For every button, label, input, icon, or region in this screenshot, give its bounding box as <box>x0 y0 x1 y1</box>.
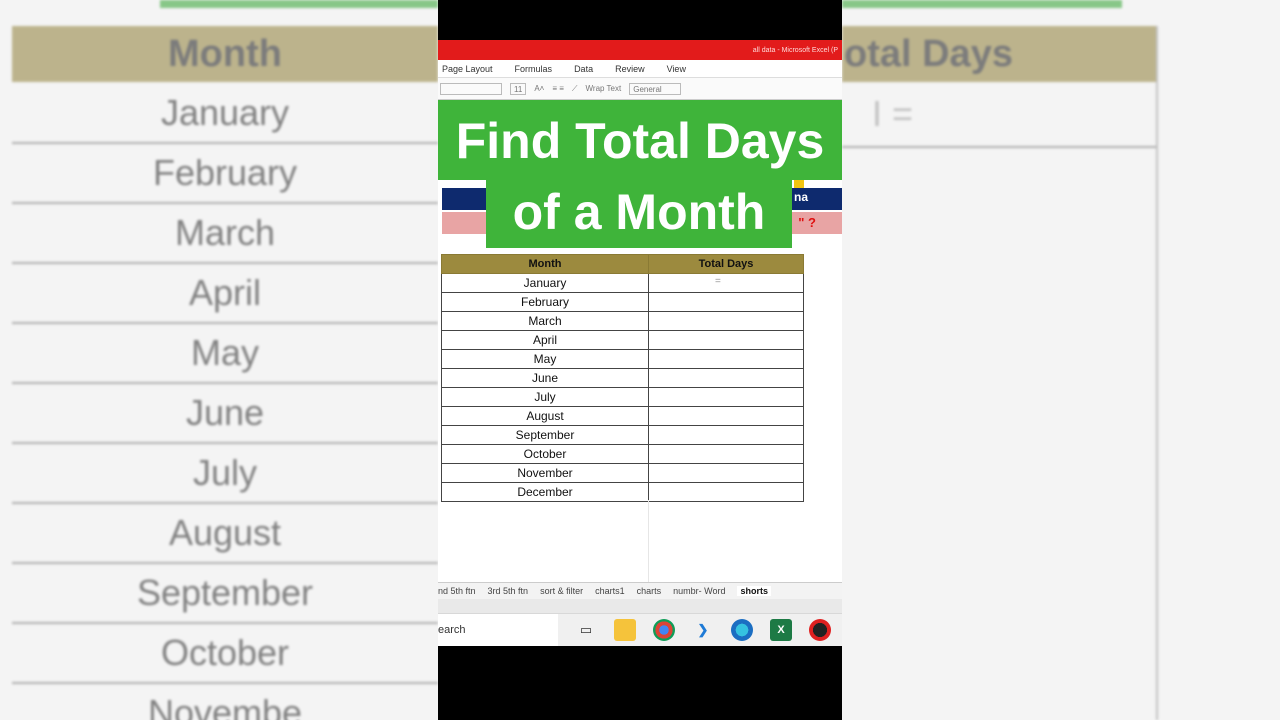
table-row: April <box>441 330 804 350</box>
sheet-tab[interactable]: charts1 <box>595 586 625 596</box>
month-cell[interactable]: July <box>441 387 649 407</box>
table-row: August <box>441 406 804 426</box>
table-row: June <box>441 368 804 388</box>
month-cell[interactable]: January <box>441 273 649 293</box>
bg-total-days-header: otal Days <box>842 26 1158 82</box>
total-days-cell[interactable] <box>648 406 804 426</box>
background-right-zoom: otal Days I = <box>842 0 1280 720</box>
table-row: September <box>441 425 804 445</box>
bg-month-row: February <box>12 144 438 204</box>
window-title: all data - Microsoft Excel (P <box>752 46 838 54</box>
task-view-icon[interactable]: ▭ <box>575 619 597 641</box>
sheet-tab[interactable]: charts <box>637 586 662 596</box>
table-row: November <box>441 463 804 483</box>
bg-month-row: March <box>12 204 438 264</box>
total-days-cell[interactable] <box>648 425 804 445</box>
month-cell[interactable]: February <box>441 292 649 312</box>
font-size-select[interactable]: 11 <box>510 82 527 95</box>
sheet-tab[interactable]: 3rd 5th ftn <box>488 586 529 596</box>
tab-page-layout[interactable]: Page Layout <box>442 64 493 74</box>
table-row: July <box>441 387 804 407</box>
tab-data[interactable]: Data <box>574 64 593 74</box>
tab-formulas[interactable]: Formulas <box>515 64 553 74</box>
total-days-cell[interactable] <box>648 463 804 483</box>
total-days-cell[interactable] <box>648 311 804 331</box>
background-left-zoom: Month January February March April May June Ju… <box>0 0 438 720</box>
ribbon-tabs: Page Layout Formulas Data Review View <box>438 60 842 78</box>
bg-month-row: July <box>12 444 438 504</box>
month-cell[interactable]: March <box>441 311 649 331</box>
sheet-tabs: nd 5th ftn 3rd 5th ftn sort & filter cha… <box>438 582 842 599</box>
month-cell[interactable]: April <box>441 330 649 350</box>
align-icon[interactable]: ≡ ≡ <box>552 84 564 93</box>
taskbar-search[interactable]: earch <box>438 613 558 646</box>
total-days-active-cell[interactable]: = <box>648 273 804 293</box>
vscode-icon[interactable]: ❯ <box>692 619 714 641</box>
total-days-cell[interactable] <box>648 292 804 312</box>
title-bar: all data - Microsoft Excel (P <box>438 40 842 60</box>
month-header[interactable]: Month <box>441 254 649 274</box>
total-days-cell[interactable] <box>648 444 804 464</box>
total-days-cell[interactable] <box>648 482 804 502</box>
bg-month-row: June <box>12 384 438 444</box>
month-cell[interactable]: December <box>441 482 649 502</box>
font-grow-icon[interactable]: A˄ <box>534 84 544 93</box>
wrap-text-button[interactable]: Wrap Text <box>586 84 622 93</box>
table-row: January = <box>441 273 804 293</box>
edge-icon[interactable] <box>731 619 753 641</box>
total-days-cell[interactable] <box>648 387 804 407</box>
sheet-tab[interactable]: numbr- Word <box>673 586 725 596</box>
bg-month-row: October <box>12 624 438 684</box>
bg-month-row: April <box>12 264 438 324</box>
empty-grid <box>438 500 842 585</box>
bg-active-cell: I = <box>872 93 914 134</box>
bg-month-row: January <box>12 84 438 144</box>
total-days-cell[interactable] <box>648 349 804 369</box>
bg-month-row: Novembe <box>12 684 438 720</box>
total-days-cell[interactable] <box>648 330 804 350</box>
total-days-cell[interactable] <box>648 368 804 388</box>
cell-formula-text: = <box>715 276 721 287</box>
total-days-header[interactable]: Total Days <box>648 254 804 274</box>
taskbar: earch ▭ ❯ X <box>438 613 842 646</box>
sheet-tab-active[interactable]: shorts <box>737 586 771 596</box>
bg-month-row: September <box>12 564 438 624</box>
table-row: December <box>441 482 804 502</box>
bg-month-row: August <box>12 504 438 564</box>
status-bar <box>438 599 842 613</box>
month-cell[interactable]: September <box>441 425 649 445</box>
orientation-icon[interactable]: ⟋ <box>572 84 578 94</box>
ribbon-toolbar: 11 A˄ ≡ ≡ ⟋ Wrap Text General <box>438 78 842 100</box>
recorder-icon[interactable] <box>809 619 831 641</box>
phone-frame: all data - Microsoft Excel (P Page Layou… <box>438 0 842 720</box>
table-row: May <box>441 349 804 369</box>
sheet-tab[interactable]: nd 5th ftn <box>438 586 476 596</box>
table-row: October <box>441 444 804 464</box>
month-cell[interactable]: August <box>441 406 649 426</box>
excel-window: all data - Microsoft Excel (P Page Layou… <box>438 40 842 646</box>
tab-view[interactable]: View <box>667 64 686 74</box>
table-row: February <box>441 292 804 312</box>
table-row: March <box>441 311 804 331</box>
excel-icon[interactable]: X <box>770 619 792 641</box>
decorative-tab <box>794 180 804 188</box>
sheet-tab[interactable]: sort & filter <box>540 586 583 596</box>
font-name-select[interactable] <box>440 82 502 95</box>
month-cell[interactable]: October <box>441 444 649 464</box>
banner-question: " ? <box>798 215 816 230</box>
chrome-icon[interactable] <box>653 619 675 641</box>
title-overlay-line2: of a Month <box>486 178 792 248</box>
months-table: Month Total Days January = February March Ap… <box>441 254 804 502</box>
title-overlay-line1: Find Total Days <box>438 100 842 180</box>
month-cell[interactable]: June <box>441 368 649 388</box>
month-cell[interactable]: November <box>441 463 649 483</box>
bg-month-row: May <box>12 324 438 384</box>
number-format-select[interactable]: General <box>629 82 682 95</box>
month-cell[interactable]: May <box>441 349 649 369</box>
bg-month-header: Month <box>12 26 438 82</box>
banner-text: na <box>793 190 808 204</box>
tab-review[interactable]: Review <box>615 64 645 74</box>
file-explorer-icon[interactable] <box>614 619 636 641</box>
